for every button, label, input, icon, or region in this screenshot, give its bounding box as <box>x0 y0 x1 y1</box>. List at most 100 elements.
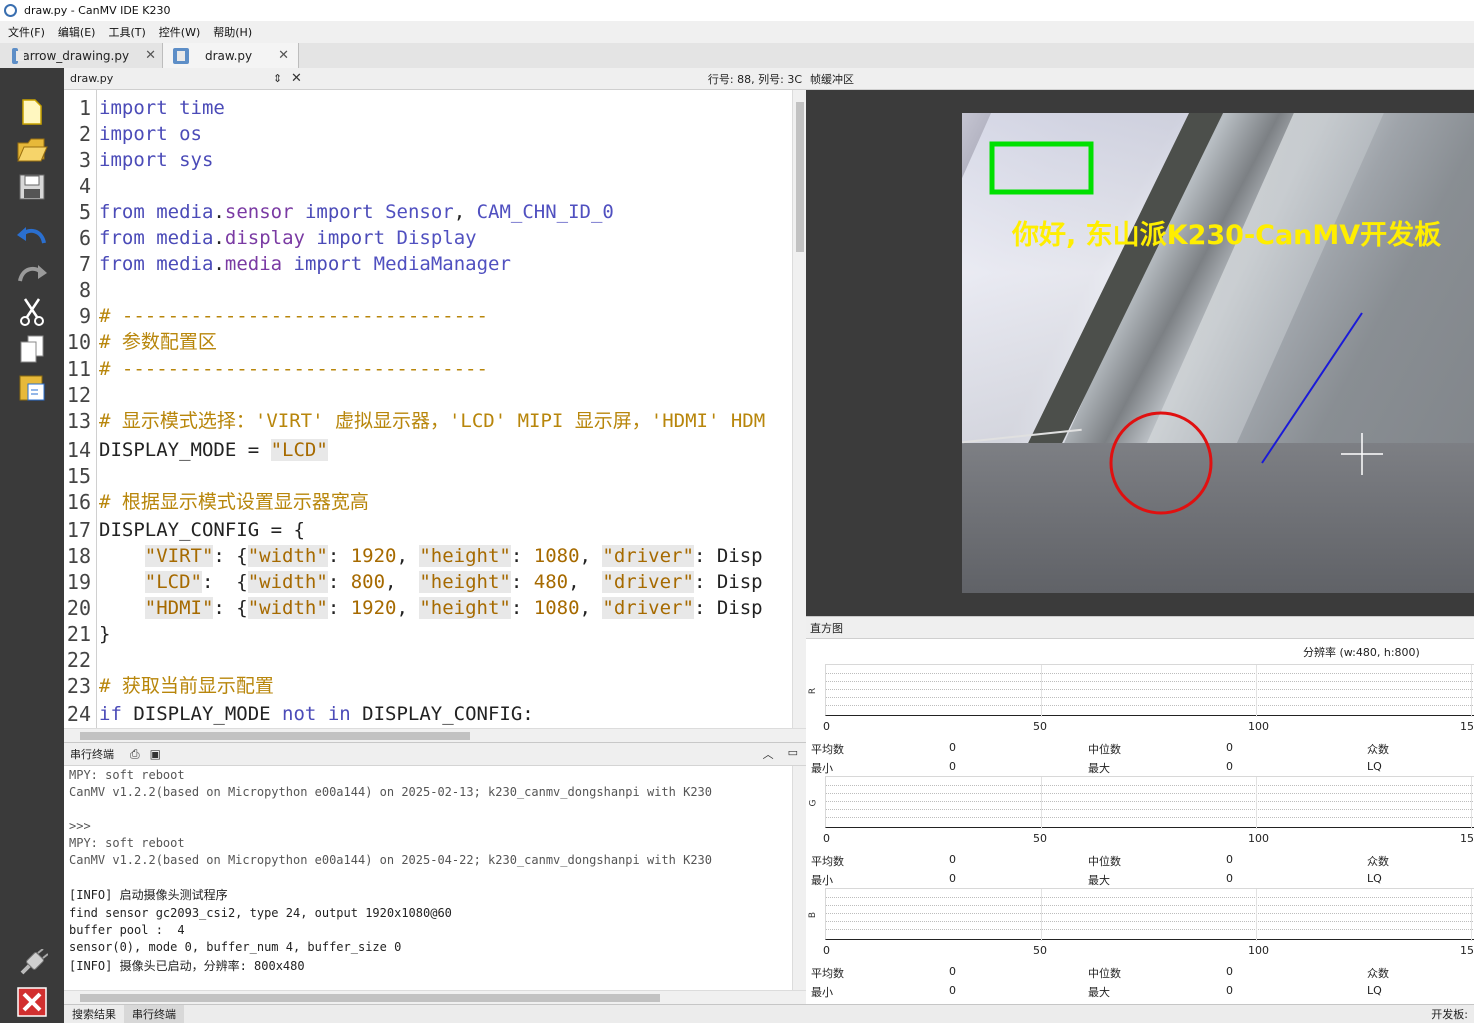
terminal-line: CanMV v1.2.2(based on Micropython e00a14… <box>69 853 712 867</box>
line-number: 21 <box>66 622 91 646</box>
serial-terminal[interactable]: MPY: soft reboot CanMV v1.2.2(based on Mi… <box>64 766 806 990</box>
code-line: DISPLAY_MODE = "LCD" <box>99 439 328 461</box>
stat-max: 0 <box>1226 760 1233 773</box>
stat-mean: 0 <box>949 741 956 754</box>
copy-icon[interactable] <box>15 333 49 365</box>
code-line: "LCD": {"width": 800, "height": 480, "dr… <box>144 571 763 593</box>
blue-line <box>1261 312 1363 464</box>
open-folder-icon[interactable] <box>15 133 49 165</box>
histogram-r: R 0 50 100 150 平均数 0 中位数 0 众数最小 0 最大 0 LQ <box>806 664 1474 776</box>
editor-horizontal-scrollbar[interactable] <box>64 728 806 742</box>
tab-draw[interactable]: draw.py ✕ <box>163 43 299 68</box>
tab-search-results[interactable]: 搜索结果 <box>64 1005 124 1023</box>
menu-edit[interactable]: 编辑(E) <box>58 24 96 40</box>
tab-serial-terminal[interactable]: 串行终端 <box>124 1004 184 1023</box>
terminal-horizontal-scrollbar[interactable] <box>64 990 806 1004</box>
stat-min: 0 <box>949 760 956 773</box>
tab-arrow-drawing[interactable]: arrow_drawing.py ✕ <box>0 43 163 68</box>
code-line: import time <box>99 97 225 119</box>
code-editor[interactable]: 1 2 3 4 5 6 7 8 9 10 11 12 13 14 15 16 17 18 19 20 21 22 23 24 … <box>64 90 806 728</box>
code-area[interactable]: import time import os import sys from me… <box>99 90 789 728</box>
line-number: 24 <box>66 702 91 726</box>
drawing-overlay: 你好, 东山派K230-CanMV开发板 <box>989 141 1441 515</box>
stat-lq: LQ <box>1367 760 1382 773</box>
line-number-gutter: 1 2 3 4 5 6 7 8 9 10 11 12 13 14 15 16 17 18 19 20 21 22 23 24 <box>64 90 97 728</box>
channel-label: G <box>808 799 819 807</box>
stat-mode-label: 众数 <box>1367 743 1389 756</box>
bottom-panel-tabs: 搜索结果 串行终端 开发板: <box>64 1004 1474 1023</box>
tab-close-icon[interactable]: ✕ <box>145 48 156 63</box>
frame-buffer[interactable]: 你好, 东山派K230-CanMV开发板 <box>806 90 1474 616</box>
histogram-panel: 分辨率 (w:480, h:800) R050100150平均数0中位数0众数最… <box>806 639 1474 1004</box>
line-number: 10 <box>66 330 91 354</box>
stat-max-label: 最大 <box>1088 762 1110 775</box>
line-number: 4 <box>78 174 91 198</box>
close-file-icon[interactable]: ✕ <box>291 71 302 86</box>
channel-label: R <box>808 687 819 695</box>
x-tick-label: 150 <box>1460 832 1474 845</box>
code-line: "VIRT": {"width": 1920, "height": 1080, … <box>144 545 763 567</box>
python-file-icon <box>12 47 25 64</box>
stat-median-label: 中位数 <box>1088 967 1121 980</box>
tab-label: arrow_drawing.py <box>22 48 130 63</box>
red-circle <box>1109 411 1213 515</box>
terminal-line: MPY: soft reboot <box>69 836 185 850</box>
stat-mode-label: 众数 <box>1367 855 1389 868</box>
line-number: 14 <box>66 438 91 462</box>
line-number: 22 <box>66 648 91 672</box>
file-switch-icon[interactable]: ⇕ <box>273 72 285 85</box>
tab-label: draw.py <box>205 48 253 63</box>
terminal-title: 串行终端 <box>70 748 114 761</box>
stat-mean: 0 <box>949 965 956 978</box>
x-tick-label: 50 <box>1033 944 1047 957</box>
stat-max: 0 <box>1226 872 1233 885</box>
editor-vertical-scrollbar[interactable] <box>792 90 806 728</box>
line-number: 19 <box>66 570 91 594</box>
python-file-icon <box>173 47 189 64</box>
stat-min: 0 <box>949 984 956 997</box>
stat-mean-label: 平均数 <box>811 855 844 868</box>
undo-icon[interactable] <box>15 219 49 251</box>
stat-lq: LQ <box>1367 984 1382 997</box>
redo-icon[interactable] <box>15 257 49 289</box>
code-line: # -------------------------------- <box>99 358 488 380</box>
line-number: 1 <box>78 96 91 120</box>
code-line: # 根据显示模式设置显示器宽高 <box>99 491 369 513</box>
line-number: 7 <box>78 252 91 276</box>
clear-terminal-icon[interactable]: ⎙ <box>130 747 140 762</box>
cursor-position: 行号: 88, 列号: 3C <box>707 72 802 86</box>
connect-icon[interactable] <box>15 948 49 980</box>
overlay-text: 你好, 东山派K230-CanMV开发板 <box>1011 219 1441 251</box>
frame-buffer-header: 帧缓冲区 <box>806 68 1474 90</box>
x-tick-label: 50 <box>1033 720 1047 733</box>
terminal-vertical-scrollbar[interactable] <box>792 766 806 990</box>
save-log-icon[interactable]: ▣ <box>150 747 161 761</box>
save-icon[interactable] <box>15 171 49 203</box>
stat-max-label: 最大 <box>1088 874 1110 887</box>
editor-filename[interactable]: draw.py <box>70 72 273 85</box>
stat-median-label: 中位数 <box>1088 743 1121 756</box>
menu-help[interactable]: 帮助(H) <box>213 24 252 40</box>
code-line: from media.media import MediaManager <box>99 253 511 275</box>
menu-bar: 文件(F) 编辑(E) 工具(T) 控件(W) 帮助(H) <box>0 21 1474 43</box>
frame-buffer-title: 帧缓冲区 <box>810 72 854 86</box>
line-number: 11 <box>66 357 91 381</box>
stat-mean-label: 平均数 <box>811 743 844 756</box>
line-number: 16 <box>66 490 91 514</box>
new-file-icon[interactable] <box>15 96 49 128</box>
stat-median: 0 <box>1226 853 1233 866</box>
code-line: DISPLAY_CONFIG = { <box>99 519 305 541</box>
collapse-up-icon[interactable]: ︿ <box>763 746 774 762</box>
cut-icon[interactable] <box>15 296 49 328</box>
histogram-g: G 0 50 100 150 平均数 0 中位数 0 众数最小 0 最大 0 LQ <box>806 776 1474 888</box>
menu-widgets[interactable]: 控件(W) <box>159 24 200 40</box>
menu-tools[interactable]: 工具(T) <box>108 24 145 40</box>
code-line: # 参数配置区 <box>99 331 217 353</box>
resolution-label: 分辨率 (w:480, h:800) <box>1303 646 1420 659</box>
tab-close-icon[interactable]: ✕ <box>278 48 289 63</box>
paste-icon[interactable] <box>15 371 49 403</box>
maximize-panel-icon[interactable]: ▭ <box>788 746 798 762</box>
menu-file[interactable]: 文件(F) <box>8 24 45 40</box>
line-number: 15 <box>66 464 91 488</box>
run-stop-icon[interactable] <box>15 986 49 1018</box>
